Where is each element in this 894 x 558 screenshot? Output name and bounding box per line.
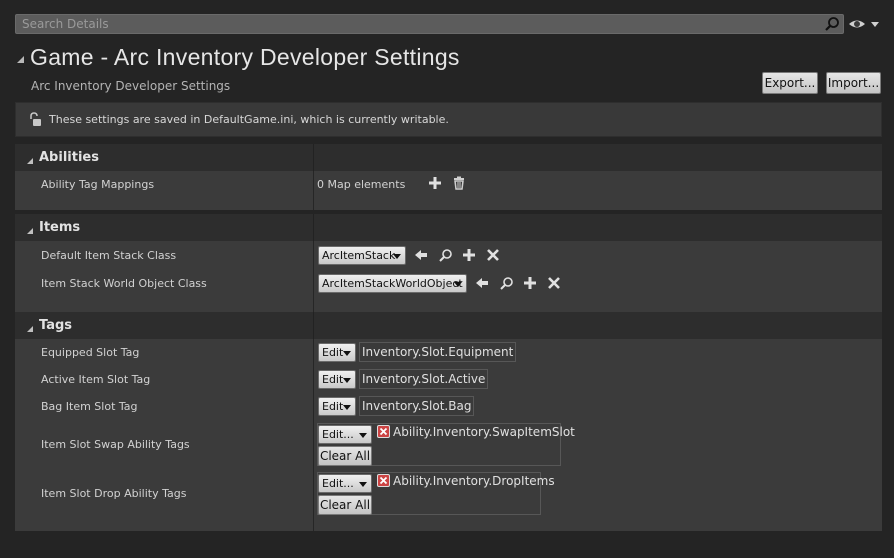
tag-entry: Ability.Inventory.SwapItemSlot bbox=[377, 425, 575, 439]
property-row: Ability Tag Mappings 0 Map elements bbox=[15, 171, 882, 210]
property-label: Equipped Slot Tag bbox=[41, 346, 140, 359]
property-rows: Equipped Slot Tag Edit Inventory.Slot.Eq… bbox=[15, 339, 882, 531]
edit-label: Edit bbox=[322, 400, 344, 413]
eye-icon bbox=[848, 20, 880, 35]
search-input[interactable] bbox=[16, 15, 816, 33]
tag-value: Inventory.Slot.Active bbox=[359, 369, 489, 389]
expand-triangle-icon[interactable] bbox=[27, 323, 34, 336]
property-label: Item Slot Drop Ability Tags bbox=[41, 487, 187, 500]
collapse-triangle-icon[interactable] bbox=[17, 54, 25, 67]
clear-all-button[interactable]: Clear All bbox=[318, 495, 372, 515]
expand-triangle-icon[interactable] bbox=[27, 155, 34, 168]
category-title: Tags bbox=[39, 318, 73, 333]
category-items: Items Default Item Stack Class ArcItemSt… bbox=[15, 214, 882, 312]
category-header-items[interactable]: Items bbox=[15, 214, 882, 241]
config-info-bar: These settings are saved in DefaultGame.… bbox=[15, 102, 882, 137]
arrow-left-icon[interactable] bbox=[475, 276, 491, 292]
map-element-count: 0 Map elements bbox=[317, 178, 406, 191]
class-picker-combo[interactable]: ArcItemStack bbox=[318, 246, 406, 265]
property-label: Ability Tag Mappings bbox=[41, 178, 155, 191]
search-icon[interactable] bbox=[439, 248, 455, 264]
class-picker-combo[interactable]: ArcItemStackWorldObject bbox=[318, 274, 467, 293]
property-label: Active Item Slot Tag bbox=[41, 373, 151, 386]
edit-label: Edit... bbox=[322, 428, 354, 441]
arrow-left-icon[interactable] bbox=[414, 248, 430, 264]
expand-triangle-icon[interactable] bbox=[27, 225, 34, 238]
import-button[interactable]: Import... bbox=[826, 72, 881, 94]
search-icon[interactable] bbox=[824, 16, 840, 32]
tag-value: Inventory.Slot.Bag bbox=[359, 396, 475, 416]
plus-icon[interactable] bbox=[523, 276, 539, 292]
property-label: Bag Item Slot Tag bbox=[41, 400, 138, 413]
config-info-text: These settings are saved in DefaultGame.… bbox=[49, 113, 449, 126]
edit-tag-combo[interactable]: Edit... bbox=[318, 474, 372, 493]
edit-label: Edit... bbox=[322, 477, 354, 490]
property-label: Default Item Stack Class bbox=[41, 249, 177, 262]
property-label: Item Stack World Object Class bbox=[41, 277, 207, 290]
edit-tag-combo[interactable]: Edit bbox=[318, 397, 356, 416]
category-title: Items bbox=[39, 220, 81, 235]
edit-label: Edit bbox=[322, 373, 344, 386]
edit-tag-combo[interactable]: Edit... bbox=[318, 425, 372, 444]
view-options-button[interactable] bbox=[848, 16, 880, 32]
x-icon[interactable] bbox=[547, 276, 563, 292]
clear-all-button[interactable]: Clear All bbox=[318, 446, 372, 466]
remove-tag-icon[interactable] bbox=[377, 425, 390, 438]
property-rows: Default Item Stack Class ArcItemStack It… bbox=[15, 241, 882, 312]
remove-tag-icon[interactable] bbox=[377, 474, 390, 487]
category-header-abilities[interactable]: Abilities bbox=[15, 144, 882, 171]
edit-label: Edit bbox=[322, 346, 344, 359]
tag-value: Ability.Inventory.DropItems bbox=[393, 474, 555, 488]
search-icon[interactable] bbox=[500, 276, 516, 292]
edit-tag-combo[interactable]: Edit bbox=[318, 343, 356, 362]
trash-icon[interactable] bbox=[452, 176, 468, 192]
page-subtitle: Arc Inventory Developer Settings bbox=[31, 79, 231, 93]
tag-entry: Ability.Inventory.DropItems bbox=[377, 474, 555, 488]
category-tags: Tags Equipped Slot Tag Edit Inventory.Sl… bbox=[15, 312, 882, 531]
tag-value: Inventory.Slot.Equipment bbox=[359, 342, 517, 362]
plus-icon[interactable] bbox=[462, 248, 478, 264]
edit-tag-combo[interactable]: Edit bbox=[318, 370, 356, 389]
page-title: Game - Arc Inventory Developer Settings bbox=[30, 44, 460, 70]
unlock-icon bbox=[28, 112, 42, 128]
category-header-tags[interactable]: Tags bbox=[15, 312, 882, 339]
search-bar[interactable] bbox=[15, 14, 844, 34]
plus-icon[interactable] bbox=[428, 176, 444, 192]
category-abilities: Abilities Ability Tag Mappings 0 Map ele… bbox=[15, 144, 882, 210]
x-icon[interactable] bbox=[486, 248, 502, 264]
property-label: Item Slot Swap Ability Tags bbox=[41, 438, 190, 451]
class-picker-value: ArcItemStack bbox=[322, 249, 396, 262]
category-title: Abilities bbox=[39, 150, 99, 165]
export-button[interactable]: Export... bbox=[762, 72, 818, 94]
class-picker-value: ArcItemStackWorldObject bbox=[322, 277, 463, 290]
tag-value: Ability.Inventory.SwapItemSlot bbox=[393, 425, 575, 439]
